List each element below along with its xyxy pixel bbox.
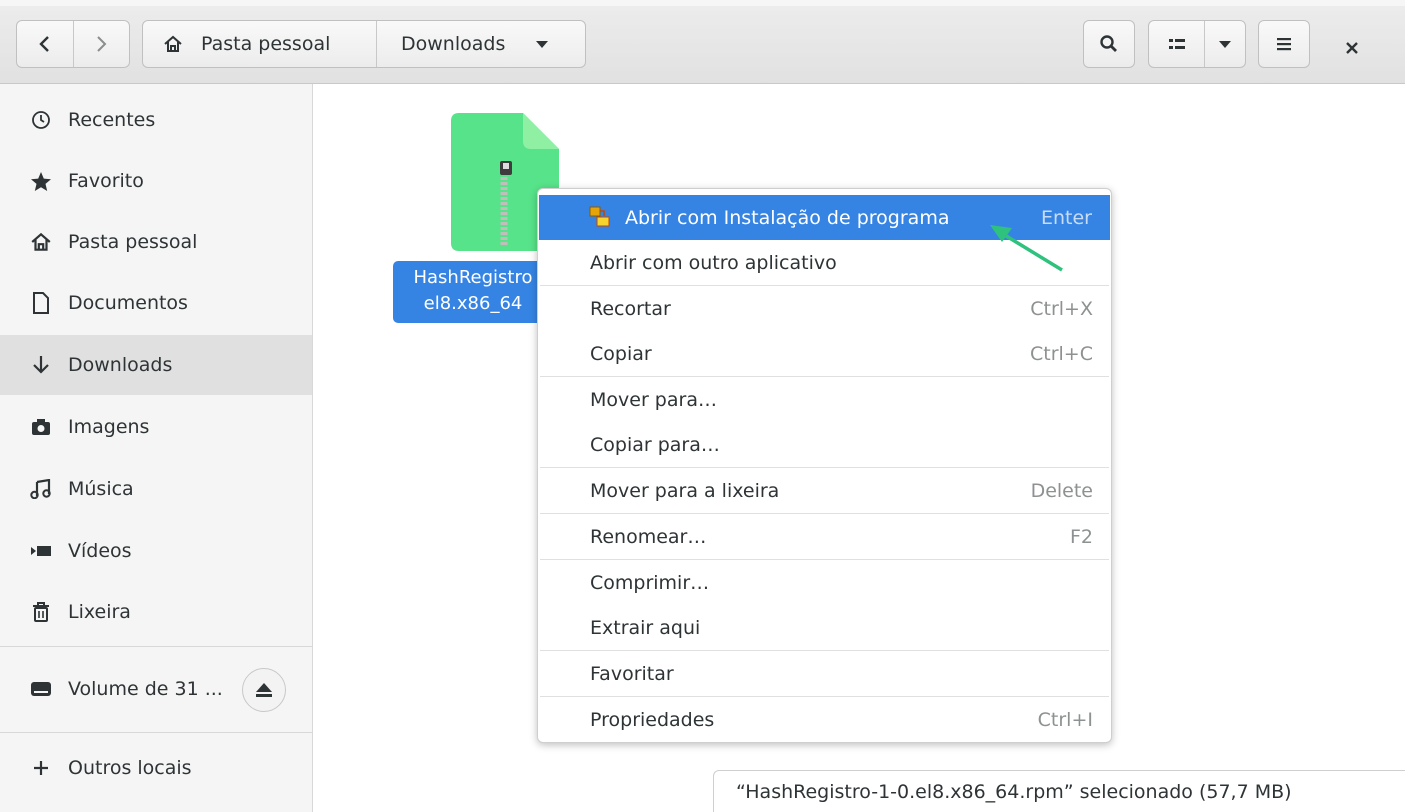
path-home-button[interactable]: Pasta pessoal — [143, 21, 377, 67]
camera-icon — [28, 418, 54, 436]
menu-item-label: Copiar para… — [590, 433, 720, 456]
menu-item-label: Favoritar — [590, 662, 674, 685]
chevron-right-icon — [97, 36, 107, 52]
search-icon — [1100, 35, 1117, 52]
path-bar: Pasta pessoal Downloads — [142, 20, 586, 68]
menu-item-properties[interactable]: Propriedades Ctrl+I — [538, 697, 1111, 742]
sidebar-item-label: Documentos — [68, 292, 188, 314]
view-dropdown-button[interactable] — [1205, 21, 1245, 67]
sidebar-item-videos[interactable]: Vídeos — [0, 521, 312, 581]
file-name-line1: HashRegistro — [413, 267, 533, 288]
plus-icon — [28, 760, 54, 776]
list-view-icon — [1168, 39, 1185, 49]
sidebar-item-label: Recentes — [68, 109, 156, 131]
sidebar-item-pasta-pessoal[interactable]: Pasta pessoal — [0, 212, 312, 272]
menu-item-accel: Ctrl+I — [1037, 708, 1093, 731]
annotation-arrow-icon — [990, 225, 1063, 272]
status-bar: “HashRegistro-1-0.el8.x86_64.rpm” seleci… — [713, 770, 1405, 812]
sidebar-item-favorito[interactable]: Favorito — [0, 151, 312, 211]
sidebar-item-documentos[interactable]: Documentos — [0, 273, 312, 333]
menu-item-label: Extrair aqui — [590, 616, 701, 639]
star-icon — [28, 171, 54, 192]
header-bar: Pasta pessoal Downloads — [0, 0, 1405, 84]
music-icon — [28, 479, 54, 499]
video-icon — [28, 544, 54, 558]
menu-item-extract-here[interactable]: Extrair aqui — [538, 605, 1111, 650]
sidebar-item-label: Downloads — [68, 354, 173, 376]
menu-item-move-to[interactable]: Mover para… — [538, 377, 1111, 422]
menu-item-cut[interactable]: Recortar Ctrl+X — [538, 286, 1111, 331]
menu-item-label: Mover para… — [590, 388, 717, 411]
sidebar-item-label: Música — [68, 478, 134, 500]
eject-icon — [256, 683, 272, 697]
status-text: “HashRegistro-1-0.el8.x86_64.rpm” seleci… — [736, 780, 1292, 803]
menu-item-star[interactable]: Favoritar — [538, 651, 1111, 696]
sidebar-item-label: Imagens — [68, 416, 150, 438]
menu-item-copy[interactable]: Copiar Ctrl+C — [538, 331, 1111, 376]
sidebar-item-recentes[interactable]: Recentes — [0, 90, 312, 150]
menu-item-rename[interactable]: Renomear… F2 — [538, 514, 1111, 559]
clock-icon — [28, 110, 54, 130]
sidebar-divider — [0, 646, 312, 647]
chevron-left-icon — [39, 36, 49, 52]
download-arrow-icon — [28, 355, 54, 375]
file-name-line2: el8.x86_64 — [423, 293, 523, 314]
path-home-label: Pasta pessoal — [201, 33, 331, 55]
menu-item-label: Mover para a lixeira — [590, 479, 780, 502]
menu-item-accel: F2 — [1069, 525, 1093, 548]
sidebar-item-label: Pasta pessoal — [68, 231, 198, 253]
menu-item-label: Propriedades — [590, 708, 715, 731]
menu-item-label: Copiar — [590, 342, 652, 365]
drive-icon — [28, 680, 54, 698]
menu-item-compress[interactable]: Comprimir… — [538, 560, 1111, 605]
sidebar-item-label: Volume de 31 ... — [68, 678, 223, 700]
menu-item-label: Abrir com Instalação de programa — [625, 206, 950, 229]
menu-item-move-to-trash[interactable]: Mover para a lixeira Delete — [538, 468, 1111, 513]
sidebar-item-lixeira[interactable]: Lixeira — [0, 582, 312, 642]
software-install-icon — [589, 206, 610, 227]
document-icon — [28, 292, 54, 314]
menu-button[interactable] — [1258, 20, 1310, 68]
path-current-button[interactable]: Downloads — [377, 21, 585, 67]
menu-item-accel: Delete — [1030, 479, 1093, 502]
sidebar-item-imagens[interactable]: Imagens — [0, 397, 312, 457]
dropdown-arrow-icon — [1219, 41, 1231, 48]
sidebar-item-musica[interactable]: Música — [0, 459, 312, 519]
sidebar-item-outros-locais[interactable]: Outros locais — [0, 738, 312, 798]
sidebar-item-label: Outros locais — [68, 757, 192, 779]
navigation-buttons — [16, 20, 130, 68]
home-icon — [28, 232, 54, 252]
dropdown-arrow-icon — [536, 41, 549, 48]
back-button[interactable] — [17, 21, 74, 67]
list-view-button[interactable] — [1149, 21, 1205, 67]
menu-item-label: Comprimir… — [590, 571, 710, 594]
sidebar-item-label: Lixeira — [68, 601, 131, 623]
file-name-label[interactable]: HashRegistro el8.x86_64 — [393, 261, 553, 323]
sidebar-item-label: Favorito — [68, 170, 144, 192]
eject-button[interactable] — [242, 668, 286, 712]
path-current-label: Downloads — [401, 33, 506, 55]
menu-item-label: Recortar — [590, 297, 671, 320]
sidebar-item-label: Vídeos — [68, 540, 132, 562]
menu-item-copy-to[interactable]: Copiar para… — [538, 422, 1111, 467]
sidebar-item-volume[interactable]: Volume de 31 ... — [0, 659, 230, 719]
search-button[interactable] — [1083, 20, 1135, 68]
hamburger-menu-icon — [1277, 38, 1291, 51]
sidebar-divider — [0, 732, 312, 733]
home-icon — [164, 35, 182, 52]
menu-item-label: Abrir com outro aplicativo — [590, 251, 837, 274]
close-button[interactable] — [1340, 36, 1364, 60]
forward-button[interactable] — [74, 21, 130, 67]
menu-item-label: Renomear… — [590, 525, 707, 548]
view-options-group — [1148, 20, 1246, 68]
menu-item-accel: Ctrl+C — [1030, 342, 1093, 365]
close-icon — [1346, 42, 1358, 54]
sidebar-item-downloads[interactable]: Downloads — [0, 335, 312, 395]
menu-item-accel: Ctrl+X — [1030, 297, 1093, 320]
trash-icon — [28, 602, 54, 622]
